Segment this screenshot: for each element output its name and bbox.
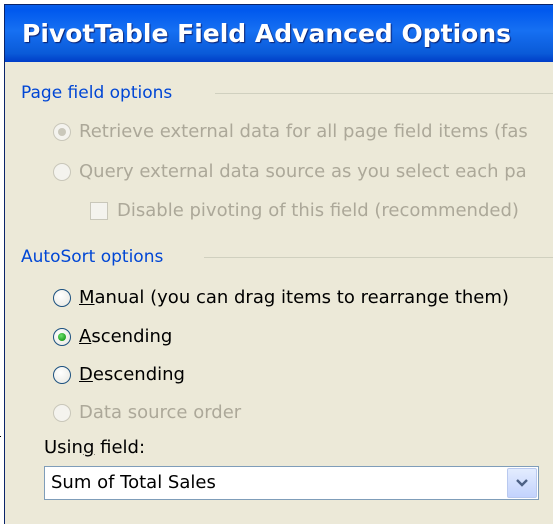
edge-mark: [0, 436, 1, 437]
group-label-autosort-options: AutoSort options: [21, 247, 164, 267]
checkbox-disable-pivoting-label: Disable pivoting of this field (recommen…: [117, 200, 519, 221]
checkbox-disable-pivoting[interactable]: [90, 202, 108, 220]
group-label-page-field-options: Page field options: [21, 83, 173, 103]
using-field-label: Using field:: [44, 436, 145, 460]
mnemonic: D: [79, 364, 93, 385]
label-text: scending: [91, 326, 173, 347]
label-text: field:: [94, 437, 146, 458]
radio-retrieve-all-label: Retrieve external data for all page fiel…: [79, 121, 528, 142]
radio-data-source-order-label: Data source order: [79, 402, 242, 423]
radio-selected-dot: [58, 333, 66, 341]
dialog-client-area: Page field options Retrieve external dat…: [5, 62, 553, 524]
radio-data-source-order[interactable]: [53, 404, 71, 422]
group-divider: [204, 257, 553, 258]
radio-retrieve-all[interactable]: [53, 123, 71, 141]
title-bar[interactable]: PivotTable Field Advanced Options: [5, 5, 553, 62]
chevron-down-icon: [516, 479, 528, 487]
radio-manual[interactable]: [53, 289, 71, 307]
using-field-select[interactable]: Sum of Total Sales: [44, 466, 539, 500]
label-text: Usin: [44, 437, 83, 458]
mnemonic: A: [79, 326, 92, 347]
dialog-window: PivotTable Field Advanced Options Page f…: [4, 4, 553, 524]
radio-manual-label: Manual (you can drag items to rearrange …: [79, 286, 509, 310]
mnemonic: g: [82, 437, 95, 458]
radio-descending-label: Descending: [79, 363, 185, 387]
radio-query-each-label: Query external data source as you select…: [79, 161, 527, 182]
group-divider: [215, 93, 553, 94]
radio-descending[interactable]: [53, 366, 71, 384]
radio-ascending[interactable]: [53, 328, 71, 346]
dialog-title: PivotTable Field Advanced Options: [22, 19, 512, 48]
dropdown-button[interactable]: [507, 468, 537, 498]
label-text: anual (you can drag items to rearrange t…: [94, 287, 509, 308]
using-field-select-value: Sum of Total Sales: [51, 472, 216, 493]
radio-query-each[interactable]: [53, 163, 71, 181]
label-text: escending: [92, 364, 185, 385]
radio-selected-dot: [58, 128, 66, 136]
mnemonic: M: [79, 287, 95, 308]
radio-ascending-label: Ascending: [79, 325, 172, 349]
